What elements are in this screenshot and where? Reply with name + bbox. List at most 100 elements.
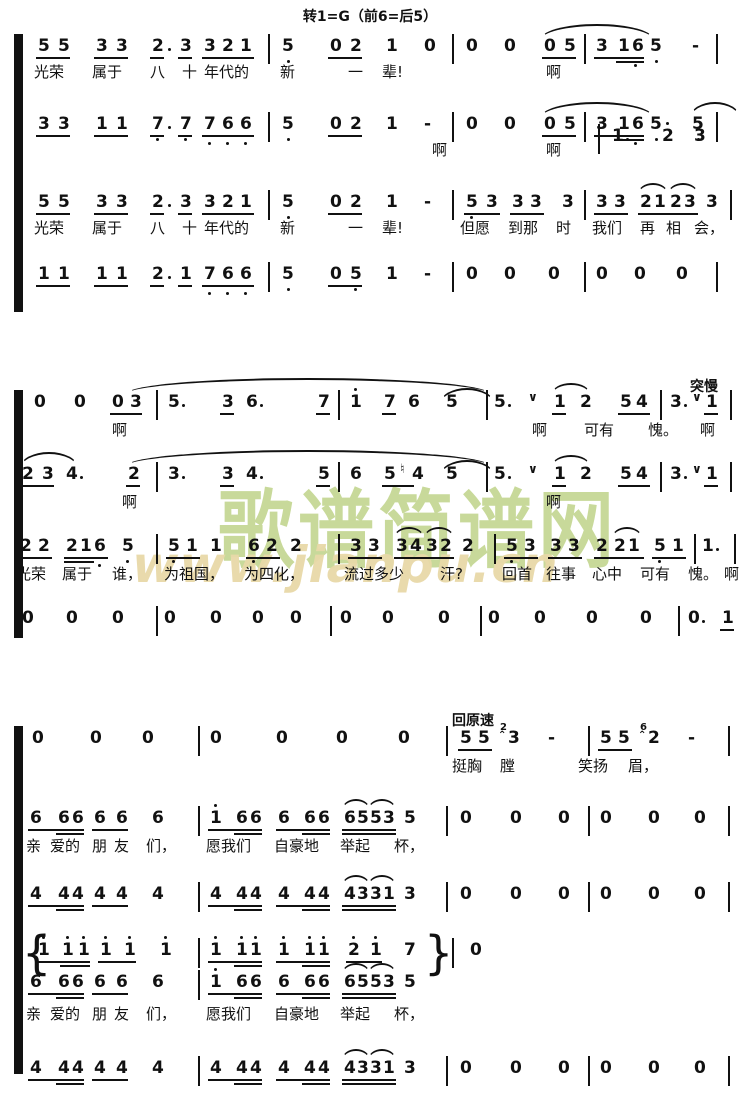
barline [584,34,586,64]
barline [452,190,454,220]
note-row: 6 66 66 6 1 66 6 66 65 53 [0,799,740,840]
barline [728,806,730,836]
s1-voice-4: 11 11 2 1 7 6 6 5 05 1 - 0 0 0 0 0 0 [0,262,740,318]
s3-voice-4-lower: 6 66 66 6 1 66 6 66 65 53 5 亲 爱的 朋 友 们， … [0,963,740,1026]
barline [452,938,454,968]
s3-voice-3: 4 44 44 4 4 44 4 44 43 31 3 0 0 0 0 0 0 [0,875,740,938]
key-change-header: 转1=G（前6=后5） [0,6,740,26]
phrase-slur [126,378,490,394]
breath-mark: ∨ [692,462,702,476]
barline [716,34,718,64]
barline [198,882,200,912]
note-row: 0 0 0 0 0 0 0 0 0 0 0 0 0 0 0 1 [0,606,740,640]
breath-mark: ∨ [692,390,702,404]
barline [446,726,448,756]
lyric-row: 啊 啊 [122,493,562,511]
barline [728,882,730,912]
barline [156,462,158,492]
tie [368,875,396,886]
s2-voice-2: 23 4 2 3 3 4 5 6 5 ♮ 4 5 5 ∨ 1 2 5 4 3 ∨… [0,450,740,518]
barline [694,534,696,564]
lyric-row: 亲 爱的 朋 友 们， 愿我们 自豪地 举起 杯， [26,1005,425,1023]
s2-voice-3: 22 216 5 5 1 1 6 2 2 33 34 32 2 5 3 3 3 … [0,527,740,590]
barline [728,1056,730,1086]
barline [446,1056,448,1086]
barline [734,534,736,564]
barline [452,262,454,292]
barline [198,970,200,1000]
barline [338,390,340,420]
note-row: 1 2 3 [0,112,740,154]
barline [330,606,332,636]
lyric-row: 亲 爱的 朋 友 们， 愿我们 自豪地 举起 杯， [26,837,425,855]
barline [268,190,270,220]
s3-voice-1: 0 0 0 0 0 0 0 55 2 ⌃ 3 - 55 6 ⌃ 2 - 挺胸 膛… [0,722,740,782]
tie [368,799,396,810]
breath-mark: ∨ [528,390,538,404]
barline [730,462,732,492]
tie [342,875,370,886]
barline [588,1056,590,1086]
phrase-slur [20,452,78,468]
barline [268,262,270,292]
barline [486,390,488,420]
barline [660,462,662,492]
s3-voice-2: 6 66 66 6 1 66 6 66 65 53 5 0 0 0 0 0 0 … [0,799,740,862]
barline [156,606,158,636]
tie [668,183,698,194]
barline [198,806,200,836]
tie [612,527,642,538]
barline [198,726,200,756]
lyric-row: 光荣 属于 八 十 年代的 新 一 辈! 啊 [34,63,562,81]
note-row: 0 0 0 0 0 0 0 55 2 ⌃ 3 - 55 6 ⌃ 2 - [0,722,740,760]
barline [338,462,340,492]
barline [716,262,718,292]
barline [660,390,662,420]
barline [156,390,158,420]
barline [584,190,586,220]
barline [584,262,586,292]
breath-mark: ∨ [528,462,538,476]
barline [678,606,680,636]
s1-voice-1: 55 33 2 3 321 5 02 1 0 0 0 05 3 1 6 5 - … [0,24,740,90]
s3-voice-5: 4 44 44 4 4 44 4 44 43 31 3 0 0 0 0 0 0 [0,1049,740,1112]
lyric-row: 啊 啊 可有 愧。 啊 [112,421,716,439]
s2-voice-1: 0 0 03 5 3 6 7 1 7 6 5 5 ∨ 1 2 5 4 3 ∨ 1… [0,378,740,446]
barline [494,534,496,564]
note-row: 23 4 2 3 3 4 5 6 5 ♮ 4 5 5 ∨ 1 2 5 4 3 ∨… [0,450,740,496]
system-1: 55 33 2 3 321 5 02 1 0 0 0 05 3 1 6 5 - … [0,24,740,314]
key-change-label: 转1=G（前6=后5） [302,9,438,25]
note-row: 6 66 66 6 1 66 6 66 65 53 [0,963,740,1004]
barline [156,534,158,564]
tie [424,527,454,538]
note-row: 4 44 44 4 4 44 4 44 43 31 3 0 0 0 0 0 0 [0,875,740,916]
system-2: 突慢 0 0 03 5 3 6 7 1 7 6 5 5 ∨ 1 2 5 4 3 … [0,378,740,650]
tie [342,1049,370,1060]
tie [552,383,590,394]
system-3: 回原速 0 0 0 0 0 0 0 55 2 ⌃ 3 - 55 6 ⌃ 2 - … [0,713,740,1086]
barline [446,882,448,912]
tie [368,1049,396,1060]
barline [598,124,600,154]
tie [552,455,590,466]
barline [338,534,340,564]
score-sheet: 55 33 2 3 321 5 02 1 0 0 0 05 3 1 6 5 - … [0,0,740,1097]
barline [198,938,200,968]
barline [730,190,732,220]
grace-slash: ⌃ [498,730,507,741]
lyric-row: 挺胸 膛 笑扬 眉， [452,757,659,775]
lyric-row: 光荣 属于 谁， 为祖国， 为四化， 流过多少 汗? 回首 往事 心中 可有 愧… [16,565,740,583]
note-row: 22 216 5 5 1 1 6 2 2 33 34 32 2 5 3 3 3 … [0,527,740,568]
natural-sign: ♮ [400,462,405,477]
s2-voice-4: 0 0 0 0 0 0 0 0 0 0 0 0 0 0 0 1 [0,606,740,662]
barline [588,806,590,836]
note-row: 11 11 2 1 7 6 6 5 05 1 - 0 0 0 0 0 0 [0,262,740,296]
tie [394,527,424,538]
barline [588,726,590,756]
barline [198,1056,200,1086]
note-row: 4 44 44 4 4 44 4 44 43 31 3 0 0 0 0 0 0 [0,1049,740,1090]
barline [730,390,732,420]
grace-slash: ⌃ [638,730,647,741]
tie [342,799,370,810]
lyric-row: 光荣 属于 八 十 年代的 新 一 辈! 但愿 到那 时 我们 再 相 会， [34,219,725,237]
